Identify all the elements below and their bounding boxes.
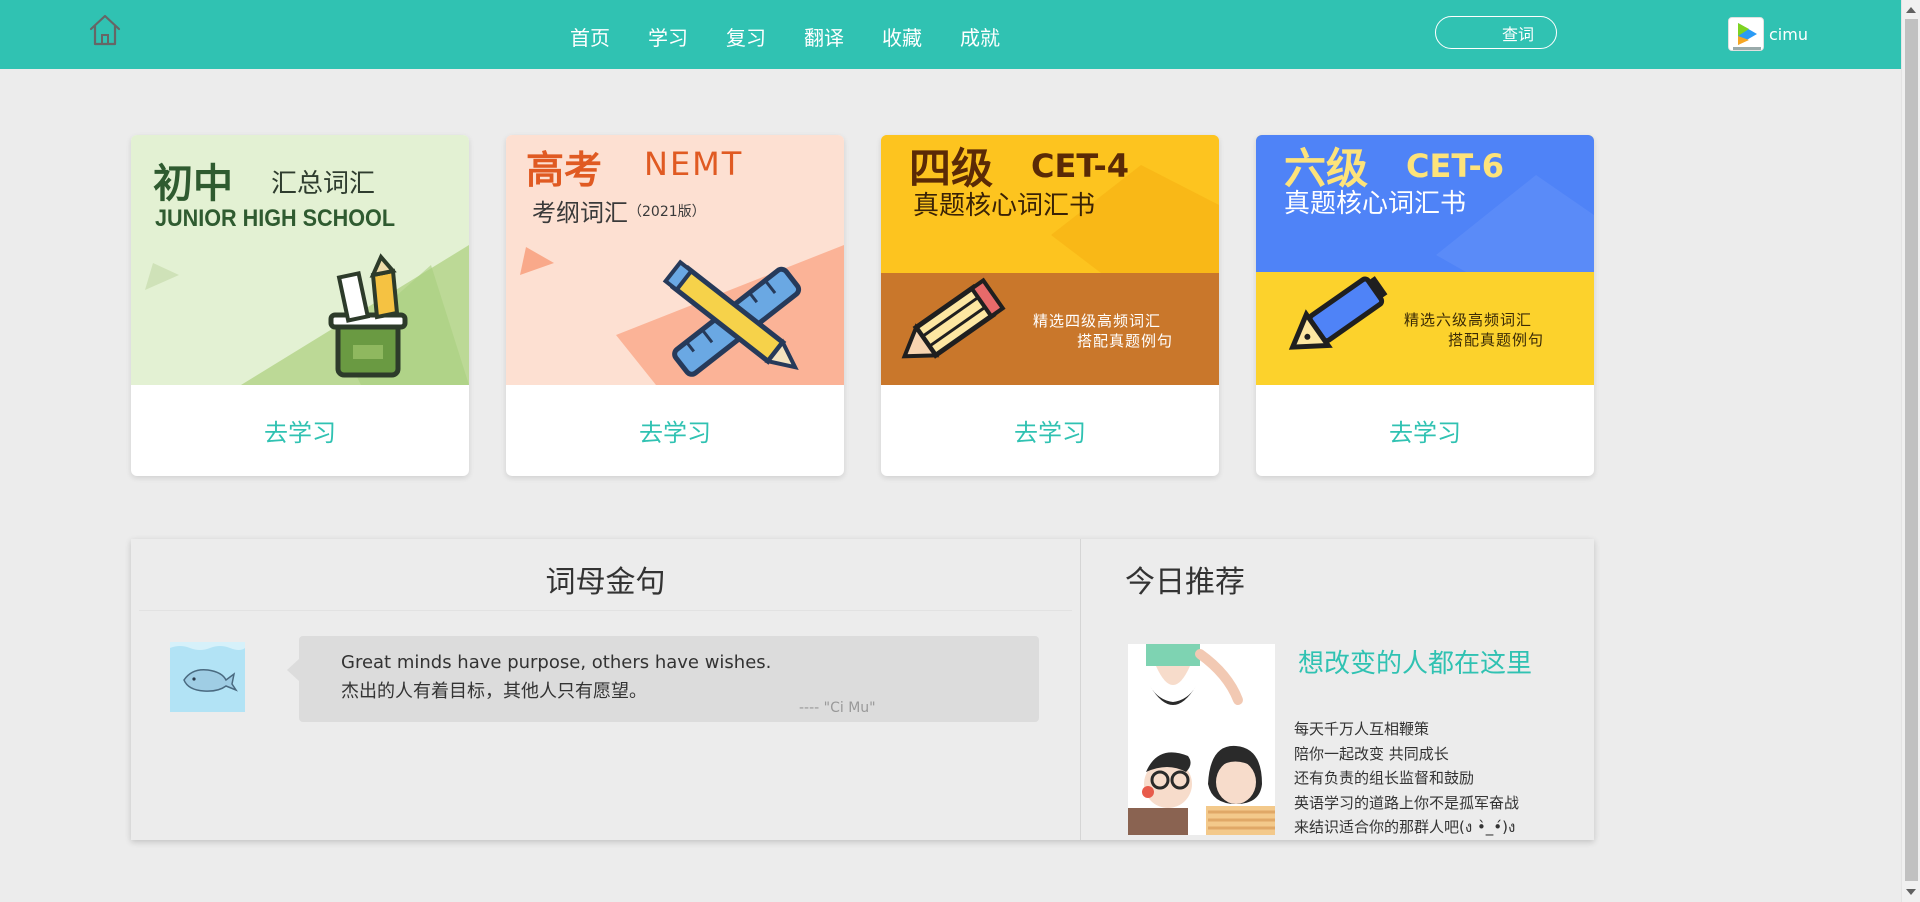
nav-achievements[interactable]: 成就 [960, 24, 1000, 52]
book-title-en: JUNIOR HIGH SCHOOL [155, 205, 396, 232]
user-name: cimu [1769, 24, 1808, 44]
book-title-main: 初中 [153, 162, 233, 206]
whale-icon [170, 642, 245, 712]
user-menu[interactable]: cimu [1728, 17, 1808, 51]
word-lookup-label: 查词 [1501, 24, 1534, 44]
go-learn-button[interactable]: 去学习 [881, 385, 1219, 476]
scroll-down-arrow-icon[interactable] [1906, 889, 1916, 895]
scroll-up-arrow-icon[interactable] [1906, 7, 1916, 13]
scroll-thumb[interactable] [1905, 19, 1918, 881]
book-card-junior: 初中 汇总词汇 JUNIOR HIGH SCHOOL 去学习 [131, 135, 469, 476]
book-tagline-2: 搭配真题例句 [1077, 332, 1174, 350]
quote-english: Great minds have purpose, others have wi… [341, 652, 772, 673]
home-icon[interactable] [88, 12, 122, 48]
book-title-en: NEMT [644, 145, 744, 183]
book-cover-gaokao: 高考 NEMT 考纲词汇 （2021版） [506, 135, 844, 385]
panel-divider [1080, 539, 1081, 840]
avatar [1728, 17, 1764, 51]
vertical-scrollbar[interactable] [1901, 0, 1920, 902]
nav-home[interactable]: 首页 [570, 24, 610, 52]
book-title-en: CET-6 [1406, 147, 1505, 185]
recommend-line: 每天千万人互相鞭策 [1294, 720, 1430, 738]
book-cover-cet6: 六级 CET-6 真题核心词汇书 精选六级高频词汇 搭配真题例句 [1256, 135, 1594, 385]
book-tagline-2: 搭配真题例句 [1448, 331, 1545, 349]
quote-author: ---- "Ci Mu" [799, 700, 876, 716]
nav-review[interactable]: 复习 [726, 24, 766, 52]
bottom-panel: 词母金句 Great minds have purpose, others ha… [131, 539, 1594, 840]
recommend-line: 英语学习的道路上你不是孤军奋战 [1294, 793, 1520, 812]
quote-section-title: 词母金句 [545, 565, 666, 600]
recommend-image[interactable] [1128, 644, 1275, 835]
book-title-sub: 真题核心词汇书 [1284, 189, 1467, 219]
go-learn-button[interactable]: 去学习 [1256, 385, 1594, 476]
go-learn-button[interactable]: 去学习 [131, 385, 469, 476]
book-title-sub: 考纲词汇 [532, 199, 628, 227]
book-card-cet6: 六级 CET-6 真题核心词汇书 精选六级高频词汇 搭配真题例句 去学习 [1256, 135, 1594, 476]
book-title-sub: 真题核心词汇书 [913, 191, 1096, 221]
recommend-section-title: 今日推荐 [1125, 565, 1245, 600]
recommend-description: 每天千万人互相鞭策 陪你一起改变 共同成长 还有负责的组长监督和鼓励 英语学习的… [1294, 717, 1519, 840]
quote-title-divider [139, 610, 1072, 611]
recommend-line: 还有负责的组长监督和鼓励 [1294, 769, 1475, 787]
book-cover-cet4: 四级 CET-4 真题核心词汇书 精选四级高频词汇 搭配真题例句 [881, 135, 1219, 385]
book-title-sub: 汇总词汇 [271, 169, 376, 199]
book-tagline-1: 精选六级高频词汇 [1404, 311, 1533, 329]
book-edition: （2021版） [628, 204, 706, 220]
quote-chinese: 杰出的人有着目标，其他人只有愿望。 [341, 681, 647, 702]
book-card-gaokao: 高考 NEMT 考纲词汇 （2021版） 去学习 [506, 135, 844, 476]
go-learn-button[interactable]: 去学习 [506, 385, 844, 476]
recommend-line: 来结识适合你的那群人吧(ง •̀_•́)ง [1294, 818, 1516, 836]
main-nav: 首页 学习 复习 翻译 收藏 成就 [570, 24, 1038, 52]
book-cover-junior: 初中 汇总词汇 JUNIOR HIGH SCHOOL [131, 135, 469, 385]
book-tagline-1: 精选四级高频词汇 [1033, 312, 1162, 330]
top-navbar: 首页 学习 复习 翻译 收藏 成就 查词 cimu [0, 0, 1901, 69]
nav-favorites[interactable]: 收藏 [882, 24, 922, 52]
nav-translate[interactable]: 翻译 [804, 24, 844, 52]
book-card-cet4: 四级 CET-4 真题核心词汇书 精选四级高频词汇 搭配真题例句 去学习 [881, 135, 1219, 476]
quote-bubble: Great minds have purpose, others have wi… [287, 636, 1039, 722]
recommend-line: 陪你一起改变 共同成长 [1294, 744, 1449, 763]
nav-learn[interactable]: 学习 [648, 24, 688, 52]
word-lookup-button[interactable]: 查词 [1435, 16, 1557, 49]
book-title-en: CET-4 [1031, 147, 1130, 185]
recommend-headline-link[interactable]: 想改变的人都在这里 [1298, 643, 1532, 680]
book-title-main: 高考 [526, 148, 603, 192]
